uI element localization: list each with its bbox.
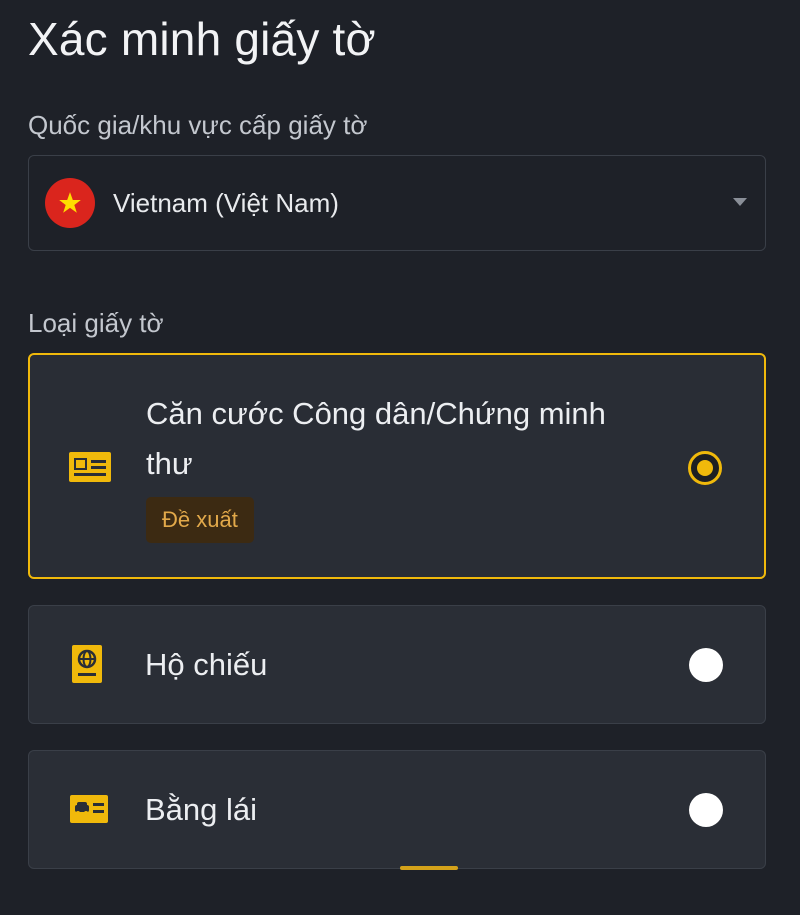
scroll-indicator	[400, 866, 458, 870]
option-driver-license-title: Bằng lái	[145, 792, 258, 827]
page-title: Xác minh giấy tờ	[28, 13, 376, 65]
country-select[interactable]: Vietnam (Việt Nam)	[28, 155, 766, 251]
option-id-card-radio[interactable]	[688, 451, 722, 485]
option-passport-radio[interactable]	[689, 648, 723, 682]
country-label: Quốc gia/khu vực cấp giấy tờ	[28, 110, 368, 140]
id-card-icon	[68, 451, 112, 488]
option-passport-title: Hộ chiếu	[145, 647, 268, 682]
passport-icon	[71, 644, 103, 689]
document-type-label: Loại giấy tờ	[28, 308, 164, 338]
option-passport[interactable]: Hộ chiếu	[28, 605, 766, 724]
option-driver-license[interactable]: Bằng lái	[28, 750, 766, 869]
vietnam-flag-icon	[45, 178, 95, 228]
driver-license-icon	[69, 794, 109, 829]
option-id-card-title-line2: thư	[146, 446, 193, 481]
chevron-down-icon	[733, 198, 747, 206]
option-id-card[interactable]: Căn cước Công dân/Chứng minh thư Đề xuất	[28, 353, 766, 579]
country-value: Vietnam (Việt Nam)	[113, 187, 339, 218]
option-driver-license-radio[interactable]	[689, 793, 723, 827]
recommended-badge: Đề xuất	[146, 497, 254, 543]
option-id-card-title-line1: Căn cước Công dân/Chứng minh	[146, 396, 606, 431]
